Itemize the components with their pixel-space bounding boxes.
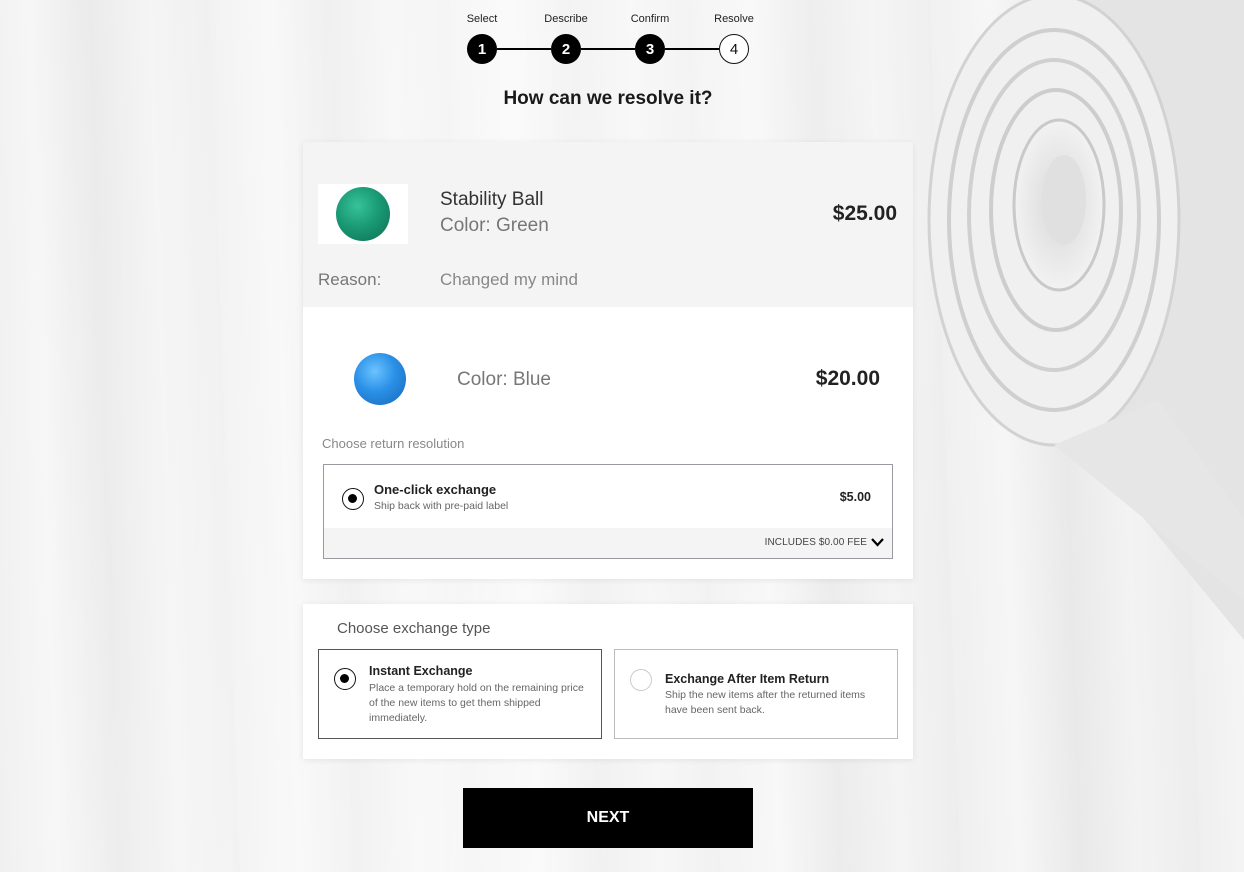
page-title: How can we resolve it? — [503, 88, 713, 109]
step-connector — [497, 48, 551, 50]
resolution-label: Choose return resolution — [322, 436, 465, 451]
fee-details-toggle[interactable]: INCLUDES $0.00 FEE — [324, 528, 892, 558]
progress-stepper: Select Describe Confirm Resolve 1 2 3 4 — [462, 12, 762, 66]
stability-ball-blue-image — [354, 353, 406, 405]
instant-exchange-title: Instant Exchange — [369, 664, 473, 678]
exchange-after-return-radio[interactable] — [630, 669, 652, 691]
fee-text: INCLUDES $0.00 FEE — [764, 537, 867, 548]
step-1-circle: 1 — [467, 34, 497, 64]
option-title: One-click exchange — [374, 482, 497, 497]
original-item-price: $25.00 — [832, 202, 897, 225]
new-item-color: Color: Blue — [457, 369, 551, 390]
new-item-price: $20.00 — [815, 367, 880, 390]
step-label-confirm: Confirm — [630, 13, 670, 25]
original-item-section: Stability Ball Color: Green $25.00 Reaso… — [303, 142, 913, 307]
step-label-resolve: Resolve — [714, 13, 754, 25]
original-item-image — [318, 184, 408, 244]
one-click-exchange-radio[interactable] — [342, 488, 364, 510]
step-label-describe: Describe — [544, 13, 588, 25]
exchange-type-card: Choose exchange type Instant Exchange Pl… — [303, 604, 913, 759]
reason-label: Reason: — [318, 270, 382, 289]
option-price: $5.00 — [839, 490, 871, 504]
exchange-after-return-title: Exchange After Item Return — [665, 672, 830, 686]
step-4-circle: 4 — [719, 34, 749, 64]
instant-exchange-option[interactable]: Instant Exchange Place a temporary hold … — [318, 649, 602, 739]
step-3-circle: 3 — [635, 34, 665, 64]
instant-exchange-radio[interactable] — [334, 668, 356, 690]
step-connector — [581, 48, 635, 50]
step-2-circle: 2 — [551, 34, 581, 64]
stability-ball-green-image — [336, 187, 390, 241]
step-connector — [665, 48, 719, 50]
exchange-after-return-description: Ship the new items after the returned it… — [665, 689, 866, 716]
step-label-select: Select — [466, 13, 498, 25]
option-subtitle: Ship back with pre-paid label — [374, 500, 509, 512]
original-item-color: Color: Green — [440, 215, 549, 236]
exchange-type-label: Choose exchange type — [337, 620, 491, 637]
original-item-name: Stability Ball — [440, 189, 544, 210]
chevron-down-icon[interactable] — [871, 537, 884, 547]
instant-exchange-description: Place a temporary hold on the remaining … — [369, 682, 584, 724]
return-item-card: Stability Ball Color: Green $25.00 Reaso… — [303, 142, 913, 579]
reason-value: Changed my mind — [440, 270, 578, 289]
exchange-after-return-option[interactable]: Exchange After Item Return Ship the new … — [614, 649, 898, 739]
next-button[interactable]: NEXT — [463, 788, 753, 848]
one-click-exchange-option[interactable]: One-click exchange Ship back with pre-pa… — [323, 464, 893, 559]
